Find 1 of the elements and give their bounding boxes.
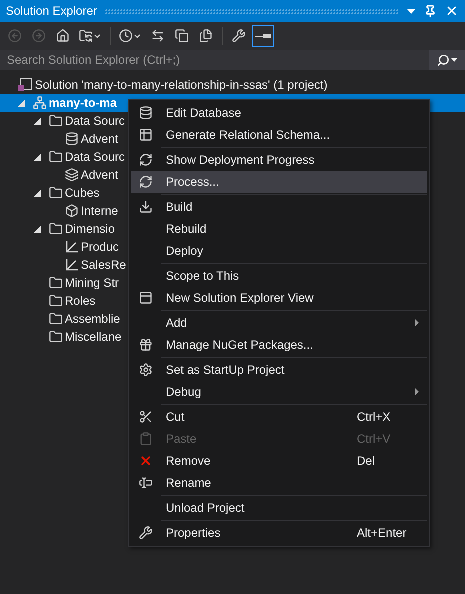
window-title: Solution Explorer	[6, 4, 98, 18]
